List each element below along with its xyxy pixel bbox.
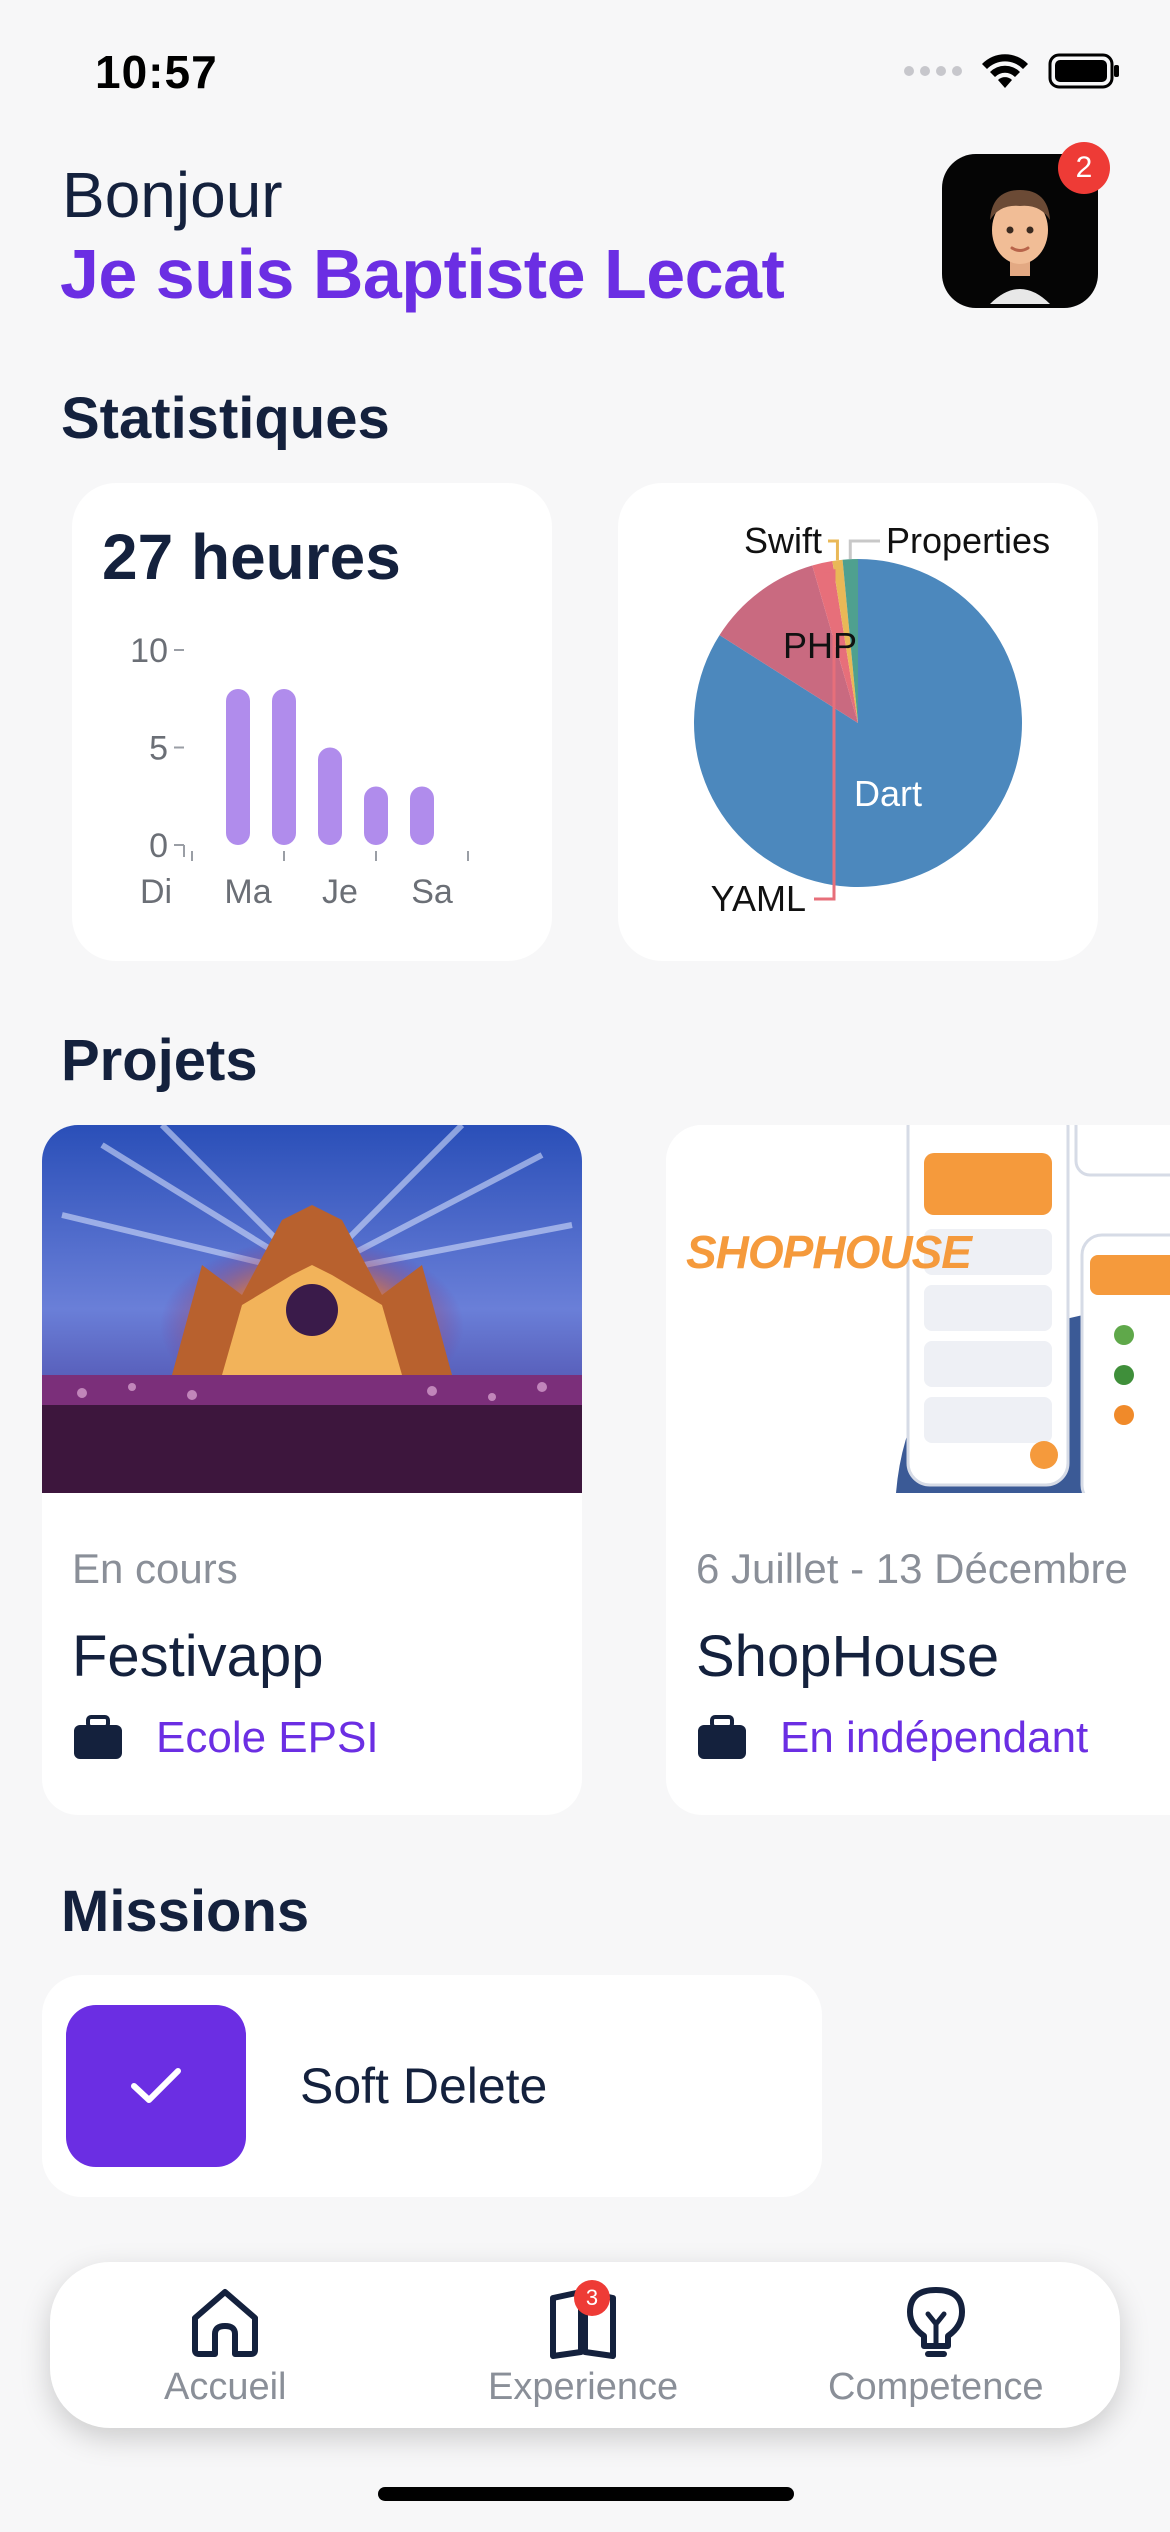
languages-pie-chart: Dart PHP YAML Swift Properties <box>694 520 1050 919</box>
briefcase-icon <box>74 1715 122 1759</box>
shophouse-image: SHOPHOUSE <box>666 1125 1170 1493</box>
pie-label-properties: Properties <box>886 520 1050 561</box>
section-title-projects: Projets <box>61 1028 258 1093</box>
page-title: Je suis Baptiste Lecat <box>60 235 785 313</box>
battery-icon <box>1048 53 1119 89</box>
mission-checkbox[interactable] <box>66 2005 246 2167</box>
tab-label: Experience <box>488 2366 679 2408</box>
project-date: 6 Juillet - 13 Décembre <box>696 1545 1128 1592</box>
section-title-stats: Statistiques <box>61 386 390 451</box>
checkmark-icon <box>131 2068 181 2103</box>
home-indicator <box>378 2487 794 2501</box>
project-card-shophouse[interactable]: SHOPHOUSE 6 Juillet - 13 Décembre ShopHo… <box>666 1125 1170 1815</box>
cellular-signal-icon <box>904 66 962 76</box>
mission-label: Soft Delete <box>300 2058 548 2114</box>
hours-bar-chart: 10 5 0 Di Ma Je Sa <box>130 632 469 911</box>
bar-Lu <box>226 689 250 845</box>
bar-Ma <box>272 689 296 845</box>
hours-total: 27 heures <box>102 521 401 593</box>
pie-leader-swift <box>828 539 839 561</box>
festival-image <box>42 1125 582 1493</box>
briefcase-icon <box>698 1715 746 1759</box>
project-org: En indépendant <box>696 1713 1088 1763</box>
wifi-icon <box>982 54 1028 88</box>
project-org: Ecole EPSI <box>72 1713 379 1763</box>
bar-Ve <box>410 786 434 845</box>
shophouse-logo: SHOPHOUSE <box>686 1226 972 1278</box>
pie-label-yaml: YAML <box>711 878 806 919</box>
status-icons <box>904 52 1120 90</box>
project-name: ShopHouse <box>696 1624 1000 1689</box>
tab-experience[interactable]: Experience 3 <box>488 2280 679 2409</box>
home-icon <box>192 2289 259 2357</box>
notification-badge: 3 <box>574 2280 610 2316</box>
tab-label: Accueil <box>164 2366 287 2408</box>
project-name: Festivapp <box>72 1624 324 1689</box>
project-org-label: En indépendant <box>780 1713 1089 1762</box>
tab-bar: Accueil Experience 3 Competence <box>50 2262 1120 2428</box>
project-org-label: Ecole EPSI <box>156 1713 379 1762</box>
status-time: 10:57 <box>95 46 218 98</box>
lightbulb-icon <box>906 2287 965 2357</box>
bar-Me <box>318 747 342 845</box>
project-card-festivapp[interactable]: En cours Festivapp Ecole EPSI <box>42 1125 582 1815</box>
pie-label-swift: Swift <box>744 520 822 561</box>
tab-accueil[interactable]: Accueil <box>164 2284 287 2409</box>
x-tick-label: Sa <box>411 873 453 911</box>
avatar[interactable]: 2 <box>942 142 1110 308</box>
section-title-missions: Missions <box>61 1879 310 1944</box>
pie-leader-properties <box>848 539 880 560</box>
bar-Je <box>364 786 388 845</box>
mission-item[interactable]: Soft Delete <box>42 1975 822 2197</box>
tab-competence[interactable]: Competence <box>828 2284 1043 2409</box>
x-tick-label: Je <box>322 873 358 911</box>
y-tick-label: 0 <box>149 827 168 865</box>
y-tick-label: 5 <box>149 730 168 768</box>
pie-label-php: PHP <box>783 625 857 666</box>
tab-label: Competence <box>828 2366 1044 2408</box>
y-tick-label: 10 <box>130 632 168 670</box>
x-tick-label: Ma <box>224 873 271 911</box>
greeting-text: Bonjour <box>62 159 283 231</box>
pie-label-dart: Dart <box>854 773 922 814</box>
x-tick-label: Di <box>140 873 172 911</box>
notification-badge: 2 <box>1058 142 1110 194</box>
project-date: En cours <box>72 1545 238 1592</box>
